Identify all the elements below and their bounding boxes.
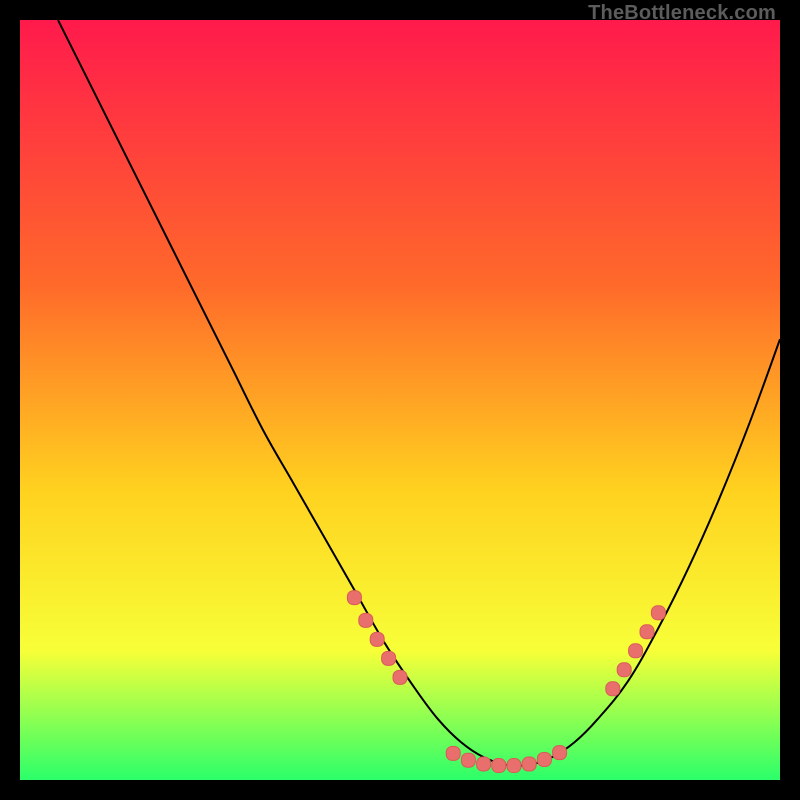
valley-floor-markers xyxy=(537,752,551,766)
watermark-text: TheBottleneck.com xyxy=(588,2,776,25)
valley-floor-markers xyxy=(492,759,506,773)
right-ascent-markers xyxy=(617,663,631,677)
bottleneck-chart xyxy=(20,20,780,780)
left-descent-markers xyxy=(370,632,384,646)
valley-floor-markers xyxy=(522,757,536,771)
right-ascent-markers xyxy=(651,606,665,620)
right-ascent-markers xyxy=(606,682,620,696)
right-ascent-markers xyxy=(640,625,654,639)
right-ascent-markers xyxy=(629,644,643,658)
left-descent-markers xyxy=(347,591,361,605)
valley-floor-markers xyxy=(461,753,475,767)
valley-floor-markers xyxy=(553,746,567,760)
left-descent-markers xyxy=(359,613,373,627)
left-descent-markers xyxy=(393,670,407,684)
valley-floor-markers xyxy=(507,759,521,773)
chart-frame xyxy=(20,20,780,780)
valley-floor-markers xyxy=(477,757,491,771)
valley-floor-markers xyxy=(446,746,460,760)
left-descent-markers xyxy=(382,651,396,665)
